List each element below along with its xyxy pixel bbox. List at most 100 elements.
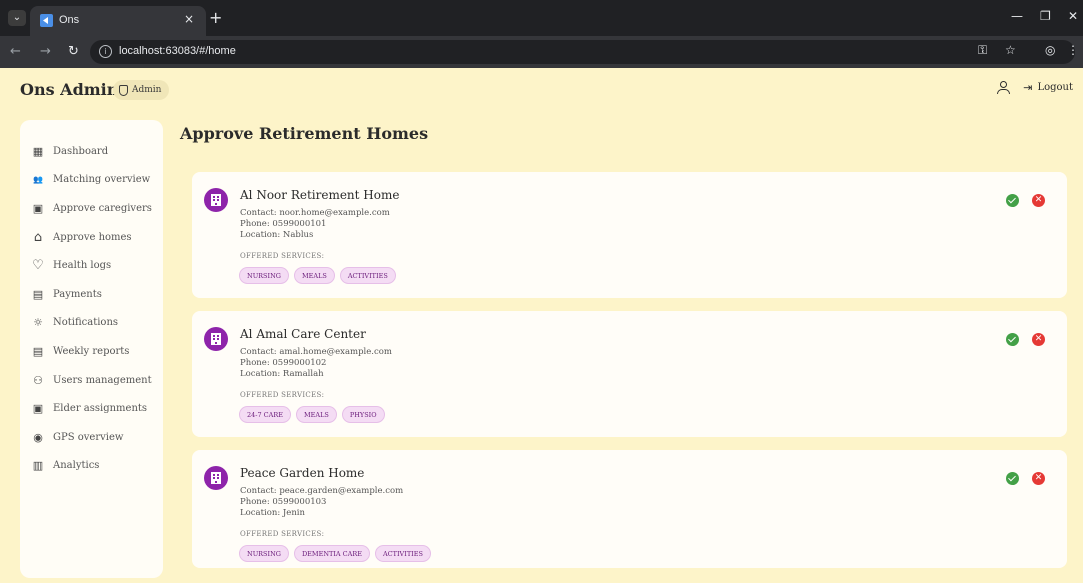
flutter-favicon-icon	[40, 14, 53, 27]
services-label: OFFERED SERVICES:	[240, 530, 325, 538]
tab-search-button[interactable]: ⌄	[8, 10, 26, 26]
services-chips: NURSING MEALS ACTIVITIES	[239, 267, 396, 284]
building-icon	[204, 327, 228, 351]
home-location: Location: Nablus	[240, 230, 314, 240]
sidebar-item-label: Matching overview	[53, 174, 151, 186]
service-chip: NURSING	[239, 545, 289, 562]
groups-icon: 👥	[33, 175, 43, 185]
close-window-icon[interactable]: ✕	[1068, 9, 1078, 23]
services-label: OFFERED SERVICES:	[240, 391, 325, 399]
new-tab-button[interactable]: +	[209, 8, 222, 27]
back-icon[interactable]: ←	[10, 44, 21, 59]
sidebar-item-health-logs[interactable]: ♡ Health logs	[20, 251, 163, 280]
service-chip-label: MEALS	[303, 410, 329, 419]
profile-icon[interactable]: ◎	[1045, 43, 1055, 57]
service-chip-label: NURSING	[247, 549, 281, 558]
sidebar-item-dashboard[interactable]: ▦ Dashboard	[20, 137, 163, 166]
service-chip: PHYSIO	[341, 406, 385, 423]
home-phone: Phone: 0599000101	[240, 219, 327, 229]
home-card: Al Noor Retirement Home Contact: noor.ho…	[192, 172, 1067, 298]
sidebar-item-label: Users management	[53, 374, 152, 386]
sidebar-item-payments[interactable]: ▤ Payments	[20, 280, 163, 309]
sidebar-item-analytics[interactable]: ▥ Analytics	[20, 452, 163, 481]
services-chips: NURSING DEMENTIA CARE ACTIVITIES	[239, 545, 431, 562]
service-chip: ACTIVITIES	[339, 267, 396, 284]
building-icon	[204, 466, 228, 490]
sidebar-item-gps-overview[interactable]: ◉ GPS overview	[20, 423, 163, 452]
admin-role-label: Admin	[132, 85, 162, 95]
restore-icon[interactable]: ❐	[1040, 9, 1051, 23]
service-chip: MEALS	[295, 406, 337, 423]
approve-check-icon[interactable]	[1006, 333, 1019, 346]
home-contact: Contact: noor.home@example.com	[240, 208, 390, 218]
payments-icon: ▤	[32, 287, 44, 301]
admin-role-chip: Admin	[113, 80, 170, 100]
site-info-icon[interactable]: i	[99, 45, 112, 58]
page-title: Approve Retirement Homes	[180, 124, 429, 143]
service-chip-label: ACTIVITIES	[347, 271, 388, 280]
sidebar-item-approve-homes[interactable]: ⌂ Approve homes	[20, 223, 163, 252]
service-chip-label: PHYSIO	[349, 410, 377, 419]
browser-address-bar: ← → ↻ i localhost:63083/#/home ⚿ ☆ ◎ ⋮	[0, 36, 1083, 68]
url-bar[interactable]: i localhost:63083/#/home ⚿ ☆ ◎ ⋮	[90, 40, 1079, 64]
browser-tab-bar: ⌄ Ons × + — ❐ ✕	[0, 0, 1083, 36]
shield-icon	[119, 84, 128, 96]
bookmark-star-icon[interactable]: ☆	[1005, 43, 1016, 57]
home-icon: ⌂	[33, 229, 43, 245]
home-location: Location: Jenin	[240, 508, 305, 518]
home-phone: Phone: 0599000102	[240, 358, 327, 368]
home-phone: Phone: 0599000103	[240, 497, 327, 507]
service-chip-label: DEMENTIA CARE	[301, 549, 362, 558]
home-card: Al Amal Care Center Contact: amal.home@e…	[192, 311, 1067, 437]
forward-icon[interactable]: →	[40, 44, 51, 59]
heart-icon: ♡	[32, 258, 44, 274]
approve-check-icon[interactable]	[1006, 472, 1019, 485]
service-chip: NURSING	[239, 267, 289, 284]
services-chips: 24-7 CARE MEALS PHYSIO	[239, 406, 385, 423]
sidebar-item-weekly-reports[interactable]: ▤ Weekly reports	[20, 337, 163, 366]
browser-tab[interactable]: Ons ×	[30, 6, 206, 36]
url-text: localhost:63083/#/home	[119, 45, 236, 57]
browser-menu-icon[interactable]: ⋮	[1067, 43, 1079, 57]
sidebar-item-users-management[interactable]: ⚇ Users management	[20, 366, 163, 395]
sidebar-item-approve-caregivers[interactable]: ▣ Approve caregivers	[20, 194, 163, 223]
reject-cancel-icon[interactable]: ✕	[1032, 472, 1045, 485]
users-icon: ⚇	[33, 373, 43, 387]
reject-cancel-icon[interactable]: ✕	[1032, 333, 1045, 346]
bell-icon: ☼	[33, 316, 43, 330]
analytics-icon: ▥	[32, 459, 44, 473]
tab-close-icon[interactable]: ×	[184, 12, 194, 26]
minimize-icon[interactable]: —	[1011, 9, 1023, 23]
home-name: Peace Garden Home	[240, 466, 365, 480]
sidebar-item-label: Payments	[53, 288, 102, 300]
service-chip-label: MEALS	[301, 271, 327, 280]
approve-check-icon[interactable]	[1006, 194, 1019, 207]
logout-icon: ⇥	[1023, 81, 1033, 94]
service-chip-label: NURSING	[247, 271, 281, 280]
report-icon: ▤	[32, 344, 44, 358]
sidebar: ▦ Dashboard 👥 Matching overview ▣ Approv…	[20, 120, 163, 578]
home-contact: Contact: amal.home@example.com	[240, 347, 392, 357]
service-chip: ACTIVITIES	[374, 545, 431, 562]
reject-cancel-icon[interactable]: ✕	[1032, 194, 1045, 207]
reload-icon[interactable]: ↻	[68, 44, 79, 59]
password-key-icon[interactable]: ⚿	[978, 43, 987, 58]
home-name: Al Noor Retirement Home	[240, 188, 400, 202]
sidebar-item-elder-assignments[interactable]: ▣ Elder assignments	[20, 394, 163, 423]
sidebar-item-label: Weekly reports	[53, 345, 130, 357]
profile-person-icon[interactable]	[997, 81, 1011, 94]
sidebar-item-matching-overview[interactable]: 👥 Matching overview	[20, 166, 163, 195]
sidebar-item-label: Approve homes	[53, 231, 132, 243]
sidebar-item-notifications[interactable]: ☼ Notifications	[20, 309, 163, 338]
logout-button[interactable]: ⇥ Logout	[1023, 81, 1073, 94]
logout-label: Logout	[1037, 82, 1073, 93]
service-chip: DEMENTIA CARE	[293, 545, 370, 562]
sidebar-item-label: Analytics	[53, 460, 100, 472]
building-icon	[204, 188, 228, 212]
app-title: Ons Admin	[20, 80, 119, 99]
sidebar-item-label: GPS overview	[53, 431, 124, 443]
service-chip: MEALS	[293, 267, 335, 284]
home-card: Peace Garden Home Contact: peace.garden@…	[192, 450, 1067, 568]
services-label: OFFERED SERVICES:	[240, 252, 325, 260]
service-chip-label: 24-7 CARE	[247, 410, 283, 419]
